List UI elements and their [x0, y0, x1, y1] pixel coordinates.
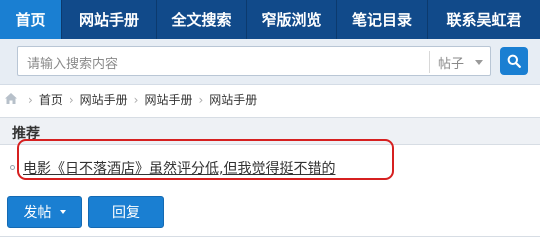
bullet-icon [10, 165, 15, 170]
search-icon [507, 54, 521, 68]
breadcrumb-item-home[interactable]: 首页 [39, 91, 63, 108]
search-field[interactable]: 请输入搜索内容 帖子 [17, 46, 491, 76]
highlight-box [17, 139, 394, 180]
search-button[interactable] [500, 47, 528, 75]
reply-label: 回复 [112, 205, 140, 221]
breadcrumb-separator: › [28, 92, 33, 107]
chevron-down-icon[interactable] [475, 60, 483, 65]
nav-item-home[interactable]: 首页 [0, 0, 62, 39]
breadcrumb-separator: › [133, 92, 139, 107]
breadcrumb-separator: › [68, 92, 74, 107]
nav-item-contact[interactable]: 联系吴虹君 [428, 0, 540, 39]
nav-item-notes-index[interactable]: 笔记目录 [337, 0, 428, 39]
nav-item-fulltext-search[interactable]: 全文搜索 [157, 0, 247, 39]
divider [0, 236, 540, 237]
chevron-down-icon [59, 210, 66, 214]
search-divider [429, 51, 430, 73]
breadcrumb: › 首页 › 网站手册 › 网站手册 › 网站手册 [0, 86, 540, 112]
home-icon[interactable] [4, 92, 18, 105]
new-post-button[interactable]: 发帖 [7, 196, 82, 228]
top-nav: 首页 网站手册 全文搜索 窄版浏览 笔记目录 联系吴虹君 [0, 0, 540, 39]
breadcrumb-item-manual[interactable]: 网站手册 [144, 91, 192, 108]
nav-item-narrow-view[interactable]: 窄版浏览 [247, 0, 337, 39]
breadcrumb-separator: › [198, 92, 204, 107]
search-input[interactable]: 请输入搜索内容 [27, 53, 118, 72]
reply-button[interactable]: 回复 [88, 196, 164, 228]
new-post-label: 发帖 [23, 205, 52, 221]
search-type-select[interactable]: 帖子 [438, 53, 464, 72]
breadcrumb-item-manual-current[interactable]: 网站手册 [209, 91, 257, 108]
search-bar: 请输入搜索内容 帖子 [0, 39, 540, 85]
breadcrumb-item-manual[interactable]: 网站手册 [80, 91, 128, 108]
nav-item-site-manual[interactable]: 网站手册 [62, 0, 157, 39]
